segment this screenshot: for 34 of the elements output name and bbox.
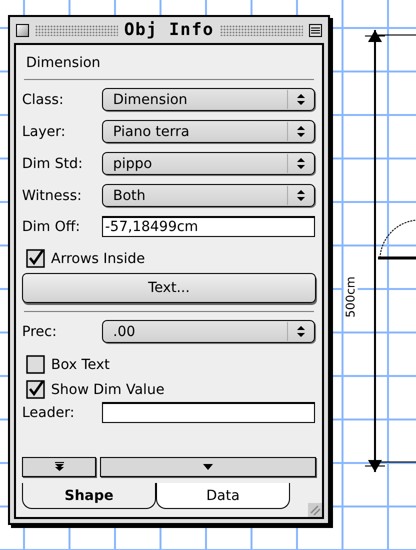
checked-checkbox[interactable] (26, 249, 45, 268)
field-label: Witness: (22, 188, 83, 204)
field-label: Layer: (22, 124, 67, 140)
input-field[interactable]: -57,18499cm (102, 216, 315, 237)
scroll-down-button[interactable] (22, 457, 96, 477)
down-triangle-icon (203, 464, 213, 470)
close-box-icon[interactable] (16, 24, 29, 36)
text-button[interactable]: Text... (22, 273, 316, 303)
collapse-box-icon[interactable] (309, 24, 322, 36)
extension-line (376, 34, 416, 36)
popup-menu[interactable]: Both (102, 184, 315, 207)
checkbox-label: Box Text (51, 356, 110, 372)
dropdown-button[interactable] (100, 457, 316, 477)
field-label: Leader: (22, 404, 76, 420)
popup-menu[interactable]: .00 (102, 320, 315, 343)
double-down-arrow-icon (54, 462, 64, 472)
window-title: Obj Info (124, 20, 214, 40)
checked-checkbox[interactable] (26, 380, 45, 399)
field-label: Dim Std: (22, 156, 84, 172)
popup-menu[interactable]: Dimension (102, 88, 315, 111)
tab[interactable]: Data (156, 483, 290, 509)
tab[interactable]: Shape (22, 483, 156, 509)
dimension-value-label: 500cm (344, 276, 358, 318)
field-label: Prec: (22, 324, 58, 340)
checkbox[interactable] (26, 355, 45, 374)
object-type-label: Dimension (25, 54, 102, 73)
checkbox-label: Show Dim Value (51, 382, 164, 398)
resize-handle-icon[interactable] (308, 503, 322, 517)
popup-menu[interactable]: pippo (102, 152, 315, 175)
field-label: Dim Off: (22, 218, 82, 234)
popup-menu[interactable]: Piano terra (102, 120, 315, 143)
field-label: Class: (22, 92, 65, 108)
input-field[interactable] (102, 402, 315, 423)
checkbox-label: Arrows Inside (51, 250, 145, 266)
